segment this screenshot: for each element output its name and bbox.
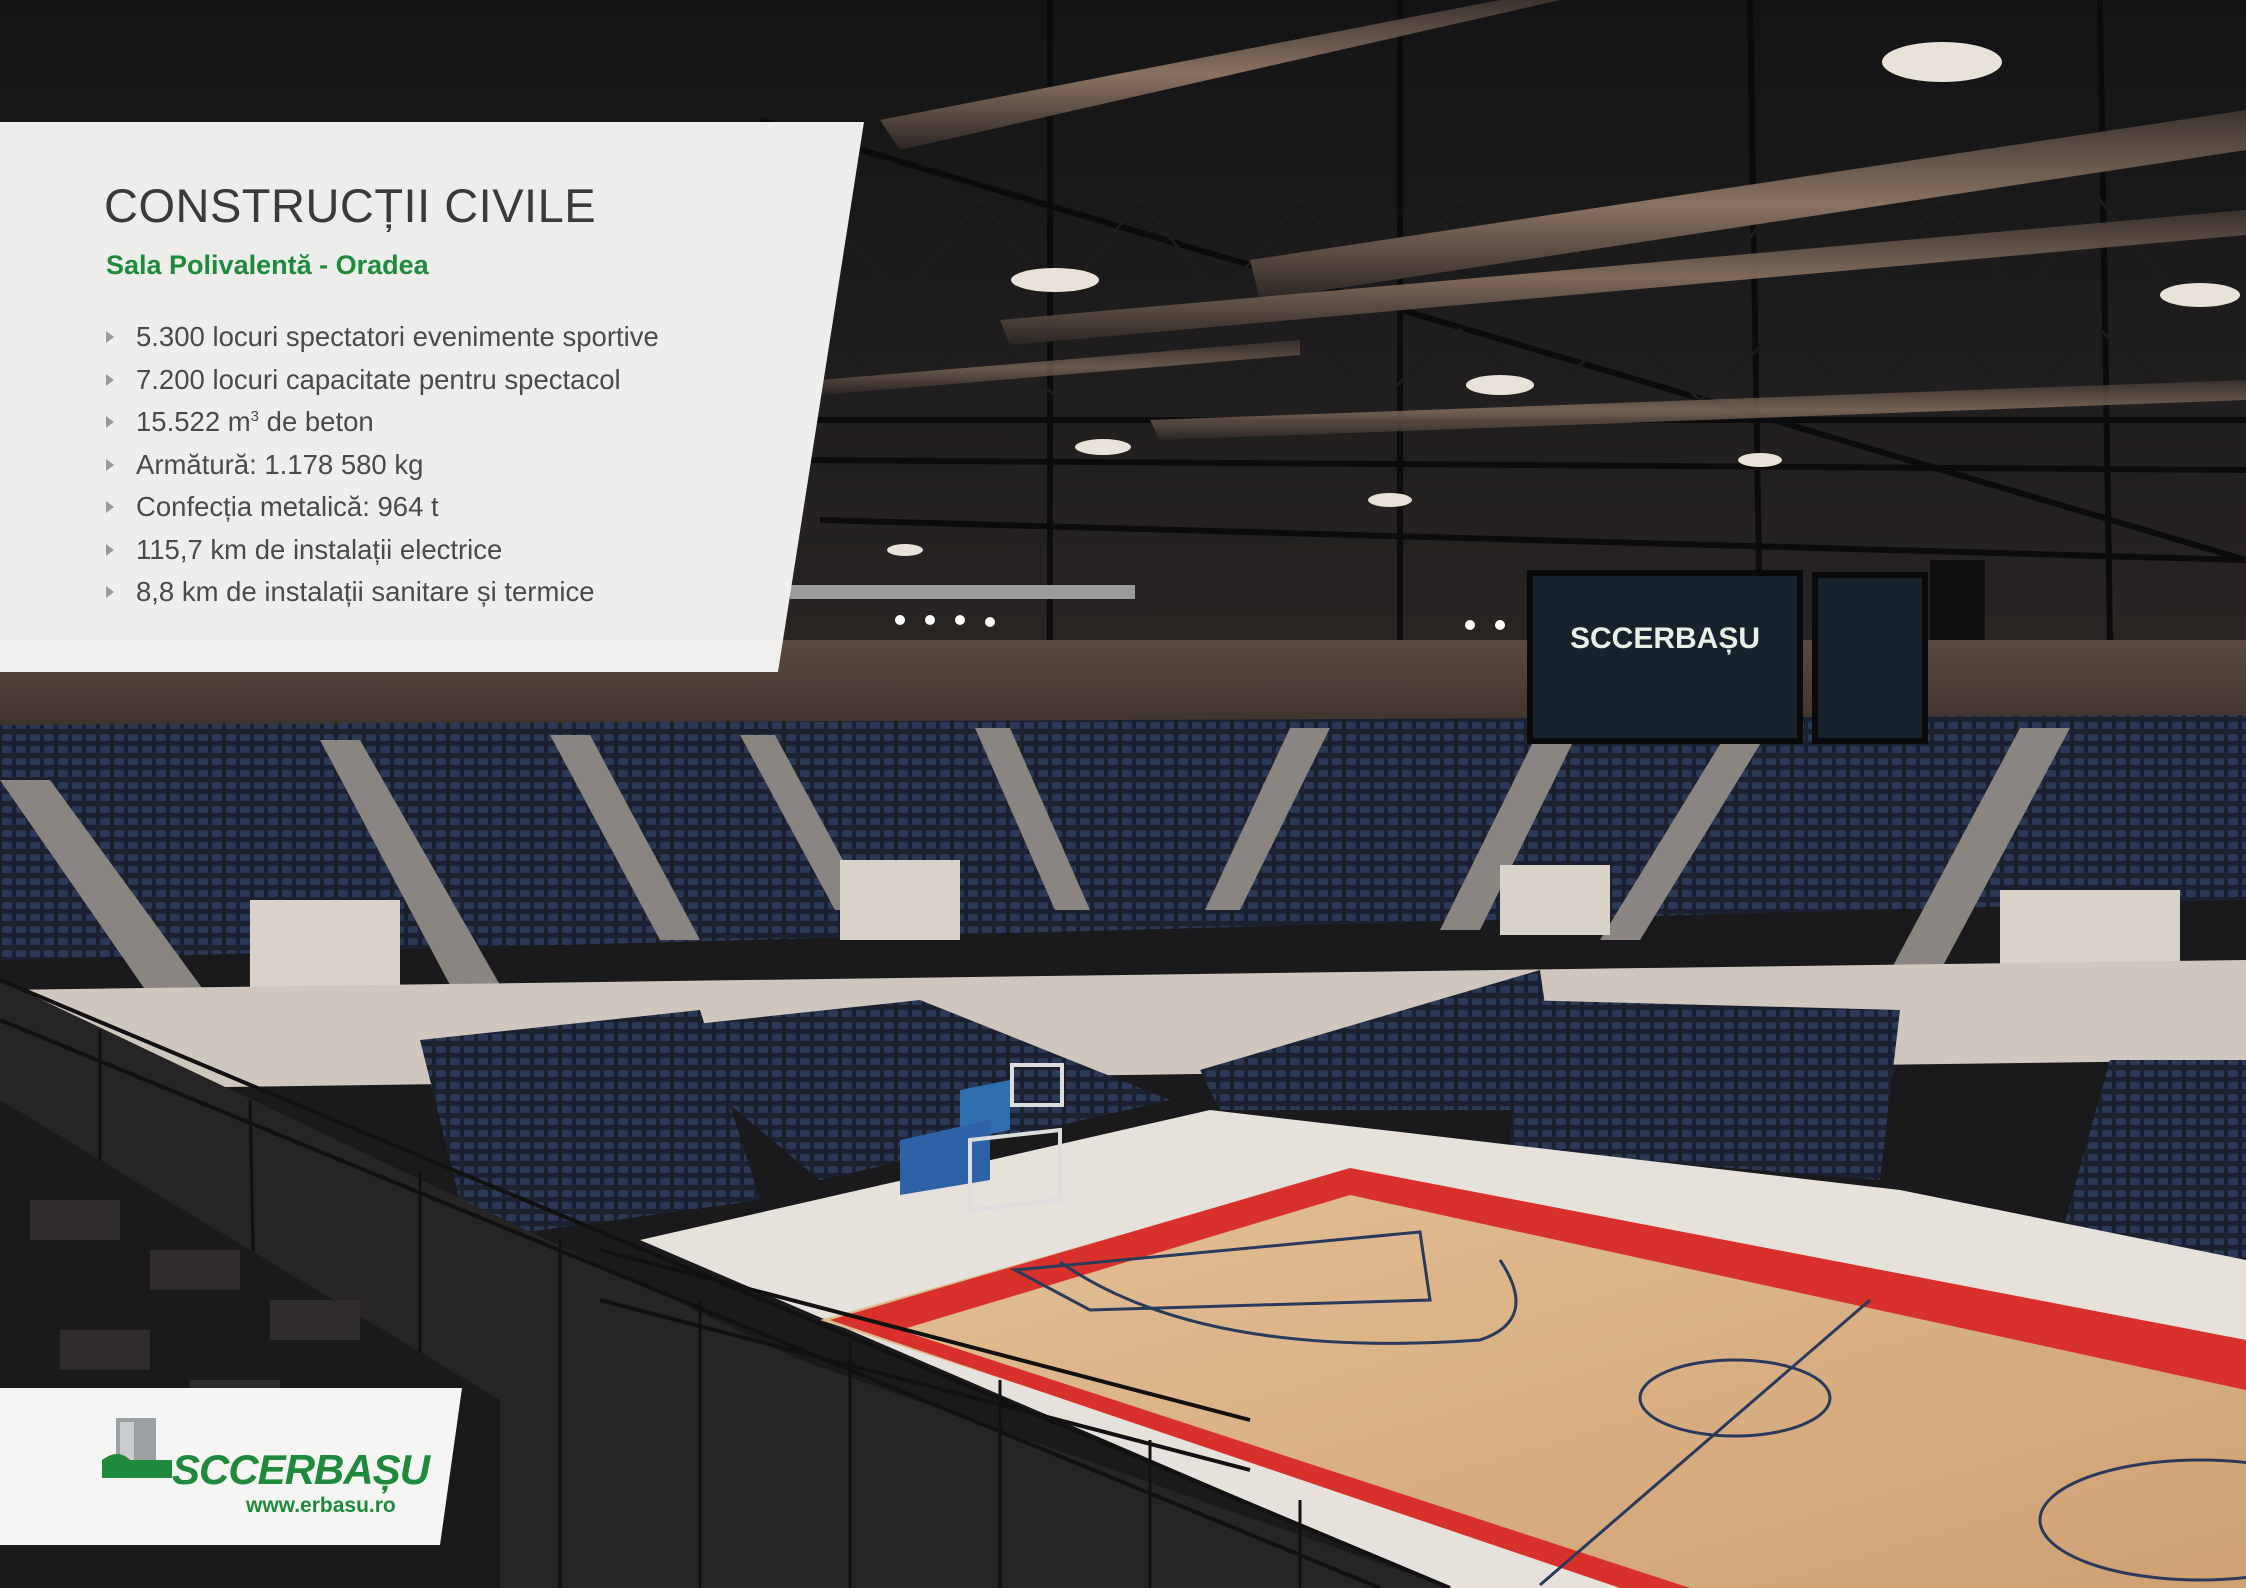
svg-text:SCCERBAȘU: SCCERBAȘU xyxy=(1570,622,1760,655)
company-logo-text: SCCERBAȘU xyxy=(172,1446,430,1493)
company-website[interactable]: www.erbasu.ro xyxy=(246,1494,396,1518)
logo-panel-background xyxy=(0,1388,462,1545)
